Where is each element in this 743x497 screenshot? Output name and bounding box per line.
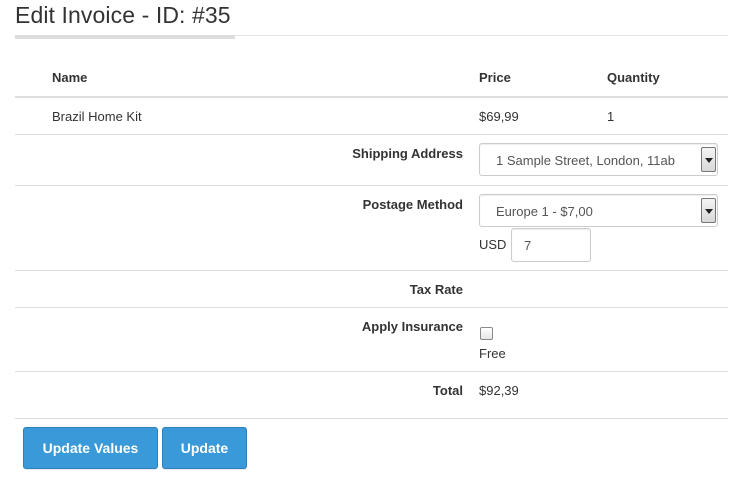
chevron-down-icon[interactable] [701, 198, 716, 223]
total-value: $92,39 [479, 383, 519, 398]
row-divider [15, 270, 728, 271]
postage-method-label: Postage Method [362, 197, 463, 212]
item-price: $69,99 [479, 109, 519, 124]
postage-method-value: Europe 1 - $7,00 [496, 204, 593, 219]
postage-amount-input[interactable] [511, 228, 591, 262]
item-name: Brazil Home Kit [52, 109, 142, 124]
update-values-button[interactable]: Update Values [23, 427, 158, 469]
apply-insurance-label: Apply Insurance [361, 319, 463, 334]
insurance-note: Free [479, 346, 506, 361]
item-quantity: 1 [607, 109, 615, 124]
update-button[interactable]: Update [162, 427, 247, 469]
row-divider [15, 418, 728, 419]
row-divider [15, 307, 728, 308]
table-header-divider [15, 96, 728, 98]
insurance-checkbox[interactable] [480, 327, 493, 340]
shipping-address-label: Shipping Address [352, 146, 463, 161]
page-title: Edit Invoice - ID: #35 [15, 2, 231, 28]
shipping-address-select[interactable]: 1 Sample Street, London, 11ab [479, 143, 718, 176]
row-divider [15, 185, 728, 186]
row-divider [15, 134, 728, 135]
postage-method-select[interactable]: Europe 1 - $7,00 [479, 194, 718, 227]
column-header-quantity: Quantity [607, 70, 660, 85]
shipping-address-value: 1 Sample Street, London, 11ab [496, 153, 675, 168]
chevron-down-icon[interactable] [701, 147, 716, 172]
total-label: Total [432, 383, 463, 398]
title-underline-accent [15, 35, 235, 39]
row-divider [15, 371, 728, 372]
currency-label: USD [479, 237, 507, 252]
column-header-price: Price [479, 70, 511, 85]
tax-rate-label: Tax Rate [409, 282, 463, 297]
column-header-name: Name [52, 70, 88, 85]
